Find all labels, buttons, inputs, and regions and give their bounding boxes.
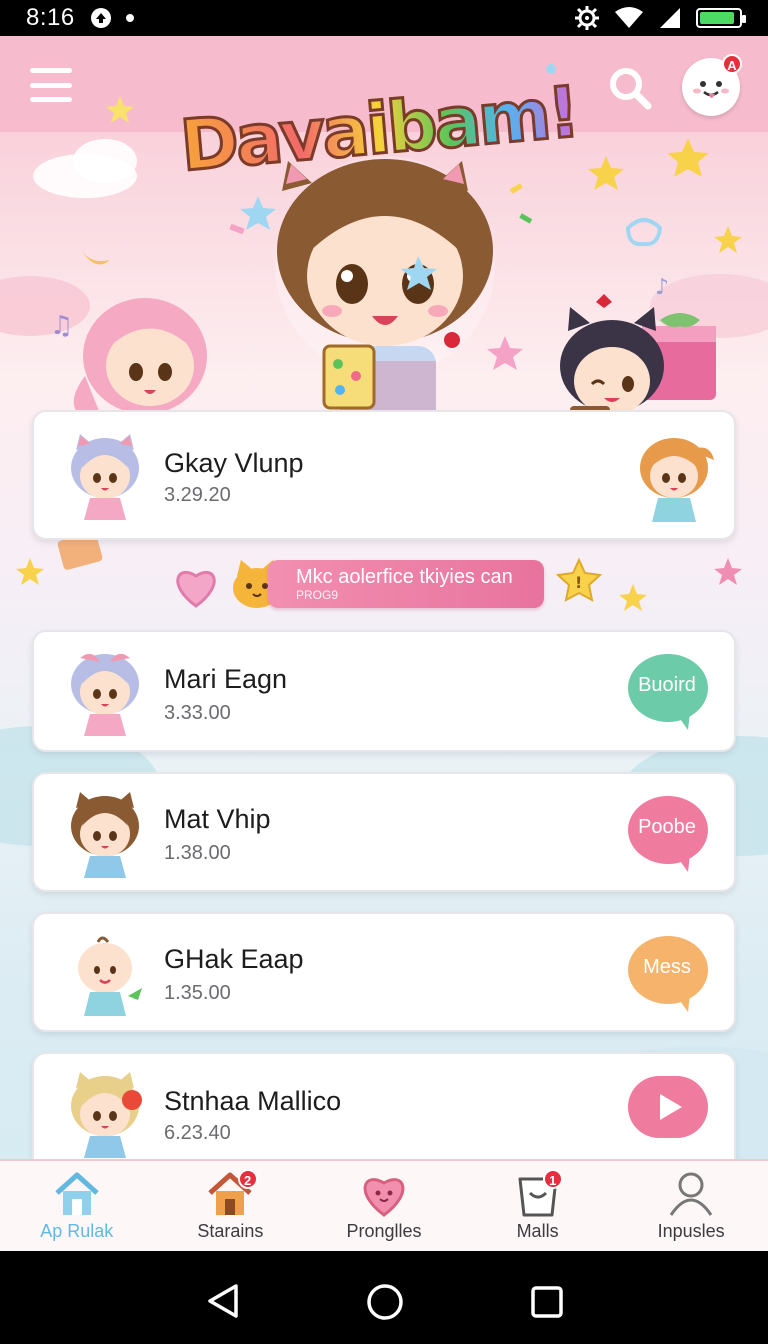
card-subtitle-1: 3.29.20 <box>164 484 231 506</box>
battery-icon <box>696 8 746 28</box>
dot-icon <box>125 14 134 22</box>
nav-item-pronglles[interactable]: Pronglles <box>307 1161 461 1251</box>
main-character-image <box>275 156 495 436</box>
promo-subtitle: PROG9 <box>296 588 339 602</box>
nav-label-pronglles: Pronglles <box>346 1221 422 1241</box>
card-title-1: Gkay Vlunp <box>164 448 304 478</box>
card-action-label-3: Poobe <box>638 816 696 838</box>
nav-item-starains[interactable]: 2 Starains <box>154 1161 308 1251</box>
signal-icon <box>660 8 680 28</box>
character-avatar-5 <box>71 1072 142 1158</box>
character-avatar-3 <box>71 792 139 878</box>
home-nav-icon[interactable] <box>366 1283 404 1321</box>
card-subtitle-3: 1.38.00 <box>164 842 231 864</box>
card-title-4: GHak Eaap <box>164 944 304 974</box>
svg-text:!: ! <box>575 573 582 592</box>
search-icon <box>610 68 652 110</box>
hero-illustration <box>73 156 716 436</box>
card-title-3: Mat Vhip <box>164 804 271 834</box>
nav-label-inpusles: Inpusles <box>657 1221 725 1241</box>
card-title-5: Stnhaa Mallico <box>164 1086 342 1116</box>
notification-icon <box>90 8 111 28</box>
nav-badge-malls: 1 <box>542 1169 563 1189</box>
heart-icon <box>363 1178 405 1217</box>
nav-item-inpusles[interactable]: Inpusles <box>614 1161 768 1251</box>
nav-label-malls: Malls <box>516 1221 559 1241</box>
star-badge-icon: ! <box>556 558 602 602</box>
nav-item-malls[interactable]: 1 Malls <box>461 1161 615 1251</box>
menu-button[interactable] <box>30 68 72 102</box>
status-time: 8:16 <box>26 4 75 31</box>
back-icon[interactable] <box>206 1283 240 1319</box>
nav-item-home[interactable]: Ap Rulak <box>0 1161 154 1251</box>
card-action-label-4: Mess <box>643 956 691 978</box>
list-card-3[interactable]: Mat Vhip 1.38.00 Poobe <box>32 772 736 892</box>
card-subtitle-5: 6.23.40 <box>164 1122 231 1144</box>
character-avatar-4 <box>78 936 142 1016</box>
character-avatar-1b <box>640 438 714 522</box>
status-bar: 8:16 <box>0 0 768 36</box>
profile-button[interactable]: A <box>682 54 742 116</box>
character-avatar-1 <box>71 434 139 520</box>
recents-icon[interactable] <box>530 1285 564 1319</box>
card-action-button-5[interactable] <box>626 1072 710 1142</box>
promo-title: Mkc aolerfice tkiyies can <box>296 566 513 588</box>
nav-badge-starains: 2 <box>237 1169 258 1189</box>
play-icon <box>628 1076 708 1138</box>
settings-icon <box>575 6 599 30</box>
card-action-button-4[interactable]: Mess <box>626 934 710 1012</box>
home-icon <box>55 1172 99 1215</box>
list-card-2[interactable]: Mari Eagn 3.33.00 Buoird <box>32 630 736 752</box>
list-card-4[interactable]: GHak Eaap 1.35.00 Mess <box>32 912 736 1032</box>
card-subtitle-2: 3.33.00 <box>164 702 231 724</box>
search-button[interactable] <box>606 64 654 112</box>
heart-icon <box>176 570 216 608</box>
user-icon <box>669 1172 713 1216</box>
card-action-button-3[interactable]: Poobe <box>626 794 710 872</box>
card-title-2: Mari Eagn <box>164 664 288 694</box>
card-action-label-2: Buoird <box>638 674 696 696</box>
list-card-1[interactable]: Gkay Vlunp 3.29.20 <box>32 410 736 540</box>
bottom-navigation: Ap Rulak 2 Starains Pronglles 1 Malls In… <box>0 1159 768 1251</box>
card-action-button-2[interactable]: Buoird <box>626 652 710 730</box>
app-screen: ♪ ♫ Davaibam! A Gkay Vlunp 3.29.20 Mkc a… <box>0 36 768 1251</box>
nav-label-home: Ap Rulak <box>40 1221 114 1241</box>
wifi-icon <box>615 7 643 28</box>
character-avatar-2 <box>71 653 139 736</box>
promo-banner[interactable]: Mkc aolerfice tkiyies can PROG9 <box>268 560 544 608</box>
card-subtitle-4: 1.35.00 <box>164 982 231 1004</box>
nav-label-starains: Starains <box>197 1221 264 1241</box>
system-navigation-bar <box>0 1251 768 1344</box>
profile-badge: A <box>722 54 742 74</box>
